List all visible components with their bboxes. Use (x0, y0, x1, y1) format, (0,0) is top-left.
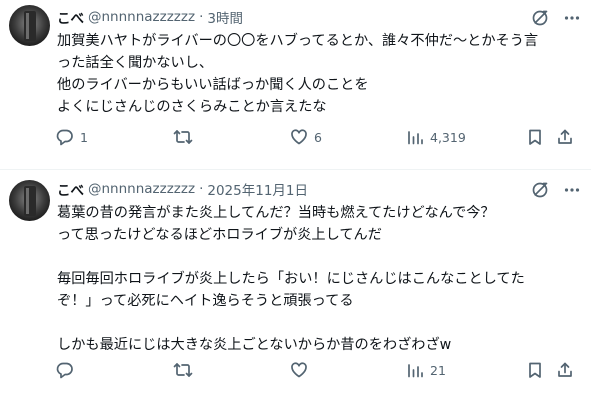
post-text-line: って思ったけどなるほどホロライブが炎上してんだ (57, 227, 382, 243)
heart-icon (291, 362, 307, 378)
more-dots-icon[interactable] (563, 181, 581, 199)
share-icon (558, 129, 572, 144)
slashed-circle-icon[interactable] (531, 9, 549, 27)
reply-button[interactable] (56, 359, 80, 381)
like-count: 6 (314, 129, 322, 145)
post-text-line: 毎回毎回ホロライブが炎上したら「おい！にじさんじはこんなことしてた (57, 271, 525, 287)
post-header-actions (531, 181, 581, 199)
post-header-actions (531, 9, 581, 27)
reply-bubble-icon (56, 129, 73, 146)
separator-dot: · (199, 181, 204, 197)
views-bar-icon (408, 131, 423, 145)
post-text-line: ぞ！」って必死にヘイト逸らそうと頑張ってる (57, 293, 354, 309)
post-timestamp[interactable]: 3時間 (207, 7, 243, 27)
views-button[interactable]: 21 (406, 359, 446, 381)
bookmark-button[interactable] (526, 359, 544, 381)
post-text: 葛葉の昔の発言がまた炎上してんだ？当時も燃えてたけどなんで今？ って思ったけどな… (57, 202, 577, 356)
post-header: こべ @nnnnnazzzzzz · 3時間 (57, 7, 243, 27)
post-timestamp[interactable]: 2025年11月1日 (207, 179, 308, 199)
post-text-line: 葛葉の昔の発言がまた炎上してんだ？当時も燃えてたけどなんで今？ (57, 205, 495, 221)
more-dots-icon[interactable] (563, 9, 581, 27)
view-count: 4,319 (430, 129, 466, 145)
slashed-circle-icon[interactable] (531, 181, 549, 199)
user-handle[interactable]: @nnnnnazzzzzz (88, 9, 195, 25)
reply-count: 1 (80, 129, 88, 145)
separator-dot: · (199, 9, 204, 25)
bookmark-button[interactable] (526, 126, 544, 148)
repost-button[interactable] (173, 359, 199, 381)
post-text-line: 他のライバーからもいい話ばっか聞く人のことを (57, 77, 369, 93)
bookmark-icon (529, 362, 541, 378)
heart-icon (291, 129, 307, 145)
reply-button[interactable]: 1 (56, 126, 88, 148)
post-1[interactable]: こべ @nnnnnazzzzzz · 3時間 加賀美ハヤトがライバーの〇〇をハブ… (0, 0, 591, 170)
post-text-line: 加賀美ハヤトがライバーの〇〇をハブってるとか、誰々不仲だ～とかそう言 (57, 33, 539, 49)
view-count: 21 (430, 362, 446, 378)
post-text-line: った話全く聞かないし、 (57, 55, 214, 71)
share-button[interactable] (556, 359, 574, 381)
post-text-line: よくにじさんじのさくらみことか言えたな (57, 99, 327, 115)
repost-arrows-icon (173, 363, 193, 377)
avatar[interactable] (9, 5, 50, 46)
post-header: こべ @nnnnnazzzzzz · 2025年11月1日 (57, 179, 308, 199)
avatar-image (9, 180, 50, 221)
bookmark-icon (529, 129, 541, 145)
post-text-line (57, 246, 577, 268)
avatar-image (9, 5, 50, 46)
reply-bubble-icon (56, 362, 73, 379)
views-button[interactable]: 4,319 (406, 126, 466, 148)
user-handle[interactable]: @nnnnnazzzzzz (88, 181, 195, 197)
post-text-line (57, 312, 577, 334)
share-button[interactable] (556, 126, 574, 148)
views-bar-icon (408, 364, 423, 378)
display-name[interactable]: こべ (57, 179, 84, 199)
post-text: 加賀美ハヤトがライバーの〇〇をハブってるとか、誰々不仲だ～とかそう言 った話全く… (57, 30, 577, 118)
share-icon (558, 362, 572, 377)
display-name[interactable]: こべ (57, 7, 84, 27)
like-button[interactable] (290, 359, 314, 381)
post-action-bar: 1 6 4,319 (56, 126, 580, 148)
repost-button[interactable] (173, 126, 199, 148)
repost-arrows-icon (173, 130, 193, 144)
post-action-bar: 21 (56, 359, 580, 381)
like-button[interactable]: 6 (290, 126, 322, 148)
post-text-line: しかも最近にじは大きな炎上ごとないからか昔のをわざわざw (57, 337, 452, 353)
avatar[interactable] (9, 180, 50, 221)
post-2[interactable]: こべ @nnnnnazzzzzz · 2025年11月1日 葛葉の昔の発言がまた… (0, 170, 591, 400)
